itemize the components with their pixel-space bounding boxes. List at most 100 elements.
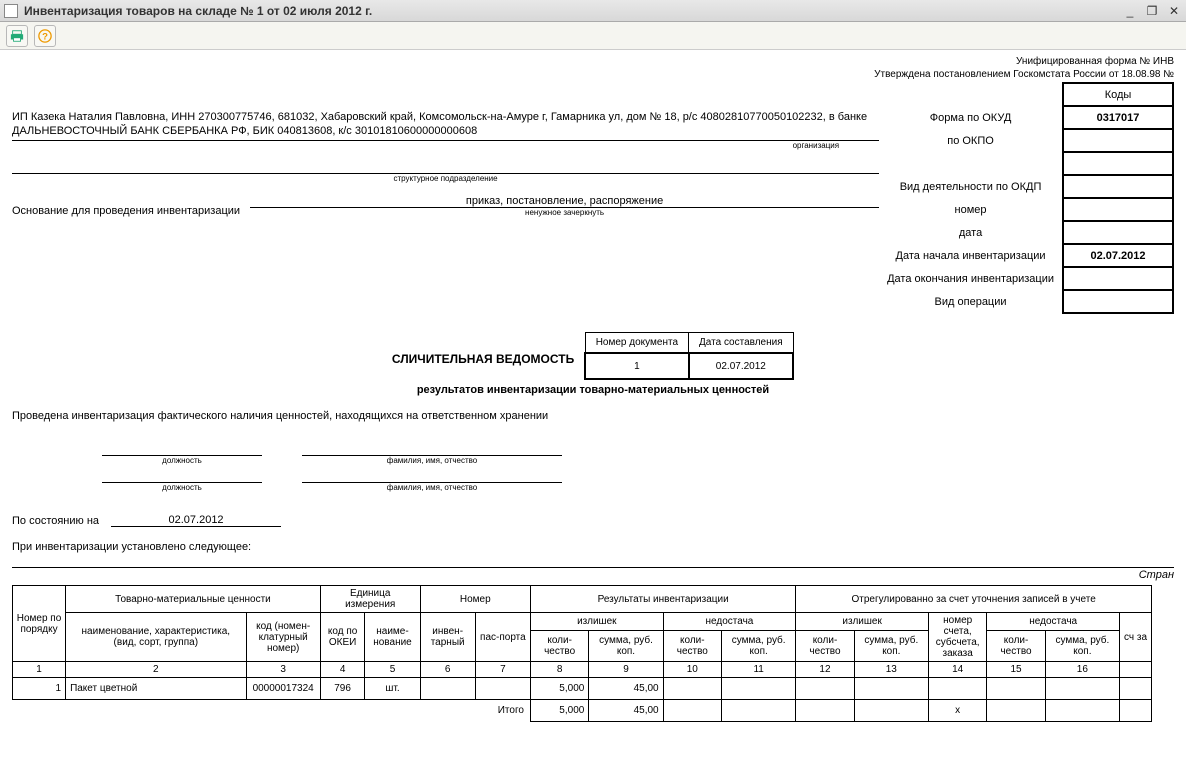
basis-caption: ненужное зачеркнуть: [250, 208, 879, 217]
doc-title-block: СЛИЧИТЕЛЬНАЯ ВЕДОМОСТЬ Номер документаДа…: [12, 332, 1174, 380]
table-row: 1 Пакет цветной 00000017324 796 шт. 5,00…: [13, 678, 1152, 700]
cell-ashq: [987, 678, 1045, 700]
cell-code: 00000017324: [246, 678, 320, 700]
cell-inv: [420, 678, 475, 700]
toolbar: ?: [0, 22, 1186, 50]
th-qty-1: коли-чество: [530, 631, 588, 662]
total-row: Итого 5,000 45,00 х: [13, 700, 1152, 722]
start-label: Дата начала инвентаризации: [879, 244, 1063, 267]
blank-code-1: [1063, 152, 1173, 175]
total-x: х: [928, 700, 986, 722]
op-label: Вид операции: [879, 290, 1063, 313]
date-header: Дата составления: [689, 333, 794, 354]
th-sum-4: сумма, руб. коп.: [1045, 631, 1119, 662]
post-line-1: [102, 442, 262, 456]
svg-text:?: ?: [42, 31, 48, 42]
total-label: Итого: [13, 700, 531, 722]
th-tmc: Товарно-материальные ценности: [66, 586, 321, 613]
org-text-2: ДАЛЬНЕВОСТОЧНЫЙ БАНК СБЕРБАНКА РФ, БИК 0…: [12, 124, 879, 140]
doc-num-date-table: Номер документаДата составления 102.07.2…: [584, 332, 794, 380]
cell-okei: 796: [320, 678, 365, 700]
th-number: Номер: [420, 586, 530, 613]
organization-block: ИП Казека Наталия Павловна, ИНН 27030077…: [12, 110, 879, 183]
cell-pass: [475, 678, 530, 700]
okpo-label: по ОКПО: [879, 129, 1063, 152]
inventory-table: Номер по порядку Товарно-материальные це…: [12, 585, 1152, 722]
th-sum-2: сумма, руб. коп.: [722, 631, 796, 662]
th-qty-3: коли-чество: [796, 631, 854, 662]
th-pass: пас-порта: [475, 613, 530, 662]
total-sq: 5,000: [530, 700, 588, 722]
th-sum-3: сумма, руб. коп.: [854, 631, 928, 662]
number-label: номер: [879, 198, 1063, 221]
page-label: Стран: [12, 567, 1174, 581]
op-value: [1063, 290, 1173, 313]
basis-value: приказ, постановление, распоряжение: [250, 195, 879, 208]
th-name: наименование, характеристика, (вид, сорт…: [66, 613, 246, 662]
end-label: Дата окончания инвентаризации: [879, 267, 1063, 290]
codes-table: Коды Форма по ОКУД0317017 по ОКПО Вид де…: [879, 82, 1174, 314]
doc-number: 1: [585, 353, 688, 379]
cell-sq: 5,000: [530, 678, 588, 700]
codes-header: Коды: [1063, 83, 1173, 106]
document-viewport[interactable]: Унифицированная форма № ИНВ Утверждена п…: [0, 50, 1186, 771]
th-acct: номер счета, субсчета, заказа: [928, 613, 986, 662]
window-buttons: _ ❐ ✕: [1122, 3, 1182, 19]
signature-row-2: должность фамилия, имя, отчество: [102, 469, 1174, 492]
doc-title-main: СЛИЧИТЕЛЬНАЯ ВЕДОМОСТЬ: [392, 352, 574, 366]
struct-unit-line: [12, 160, 879, 174]
help-button[interactable]: ?: [34, 25, 56, 47]
okdp-label: Вид деятельности по ОКДП: [879, 175, 1063, 198]
doc-date: 02.07.2012: [689, 353, 794, 379]
cell-name: Пакет цветной: [66, 678, 246, 700]
basis-label: Основание для проведения инвентаризации: [12, 205, 240, 217]
status-row: По состоянию на 02.07.2012: [12, 514, 1174, 527]
num-header: Номер документа: [585, 333, 688, 354]
window-title: Инвентаризация товаров на складе № 1 от …: [24, 4, 1122, 18]
cell-ashs: [1045, 678, 1119, 700]
restore-button[interactable]: ❐: [1144, 3, 1160, 19]
close-button[interactable]: ✕: [1166, 3, 1182, 19]
cell-asq: [796, 678, 854, 700]
th-qty-2: коли-чество: [663, 631, 721, 662]
start-value: 02.07.2012: [1063, 244, 1173, 267]
th-surplus-1: излишек: [530, 613, 663, 631]
post-line-2: [102, 469, 262, 483]
struct-unit-caption: структурное подразделение: [12, 174, 879, 183]
th-col17: сч за: [1120, 613, 1152, 662]
th-shortage-1: недостача: [663, 613, 796, 631]
end-value: [1063, 267, 1173, 290]
th-results: Результаты инвентаризации: [530, 586, 795, 613]
para-intro: Проведена инвентаризация фактического на…: [12, 410, 1174, 422]
fio-line-1: [302, 442, 562, 456]
cell-unit: шт.: [365, 678, 420, 700]
titlebar: Инвентаризация товаров на складе № 1 от …: [0, 0, 1186, 22]
th-unitname: наиме-нование: [365, 613, 420, 662]
document-icon: [4, 4, 18, 18]
total-ss: 45,00: [589, 700, 663, 722]
cell-shs: [722, 678, 796, 700]
help-icon: ?: [38, 29, 52, 43]
th-unit: Единица измерения: [320, 586, 420, 613]
fio-caption-1: фамилия, имя, отчество: [302, 456, 562, 465]
th-inv: инвен-тарный: [420, 613, 475, 662]
okpo-value: [1063, 129, 1173, 152]
org-caption: организация: [12, 141, 879, 150]
fio-line-2: [302, 469, 562, 483]
org-text-1: ИП Казека Наталия Павловна, ИНН 27030077…: [12, 110, 879, 124]
status-date: 02.07.2012: [111, 514, 281, 527]
post-caption-2: должность: [102, 483, 262, 492]
print-button[interactable]: [6, 25, 28, 47]
basis-row: Основание для проведения инвентаризации …: [12, 195, 879, 217]
minimize-button[interactable]: _: [1122, 3, 1138, 19]
th-code: код (номен-клатурный номер): [246, 613, 320, 662]
date-label: дата: [879, 221, 1063, 244]
okud-value: 0317017: [1063, 106, 1173, 129]
th-shortage-2: недостача: [987, 613, 1120, 631]
form-id-line: Унифицированная форма № ИНВ: [12, 56, 1174, 67]
okdp-value: [1063, 175, 1173, 198]
fio-caption-2: фамилия, имя, отчество: [302, 483, 562, 492]
th-okei: код по ОКЕИ: [320, 613, 365, 662]
para-result: При инвентаризации установлено следующее…: [12, 541, 1174, 553]
column-number-row: 1 2 3 4 5 6 7 8 9 10 11 12 13 14 15 16: [13, 662, 1152, 678]
